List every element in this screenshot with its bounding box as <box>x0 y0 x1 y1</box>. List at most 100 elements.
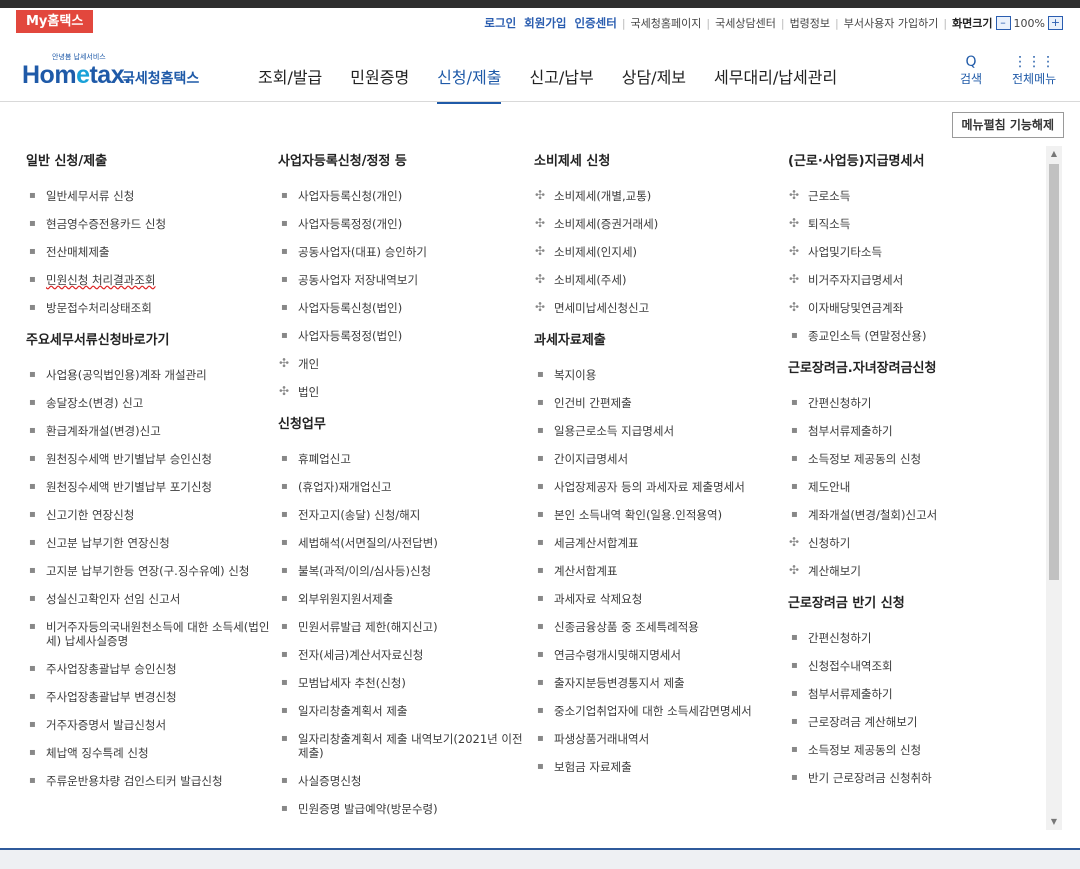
menu-link[interactable]: ▪ 비거주자등의국내원천소득에 대한 소득세(법인세) 납세사실증명 <box>26 620 276 648</box>
menu-link[interactable]: ▪ 체납액 징수특례 신청 <box>26 746 276 760</box>
menu-link[interactable]: ✣ 비거주자지급명세서 <box>788 272 1038 287</box>
dept-user-signup-link[interactable]: 부서사용자 가입하기 <box>844 15 939 31</box>
menu-link[interactable]: ▪ 주사업장총괄납부 승인신청 <box>26 662 276 676</box>
menu-link[interactable]: ▪ 보험금 자료제출 <box>534 760 784 774</box>
menu-link[interactable]: ▪ 민원서류발급 제한(해지신고) <box>278 620 528 634</box>
menu-scrollbar[interactable]: ▲ ▼ <box>1046 146 1062 830</box>
menu-link[interactable]: ▪ 출자지분등변경통지서 제출 <box>534 676 784 690</box>
nav-apply-submit[interactable]: 신청/제출 <box>437 64 502 104</box>
menu-link[interactable]: ✣ 이자배당및연금계좌 <box>788 300 1038 315</box>
menu-link[interactable]: ▪ 외부위원지원서제출 <box>278 592 528 606</box>
menu-link[interactable]: ✣ 퇴직소득 <box>788 216 1038 231</box>
menu-link[interactable]: ✣ 면세미납세신청신고 <box>534 300 784 315</box>
menu-link[interactable]: ▪ 현금영수증전용카드 신청 <box>26 217 276 231</box>
menu-link[interactable]: ▪ 첨부서류제출하기 <box>788 424 1038 438</box>
nav-report-pay[interactable]: 신고/납부 <box>529 64 593 104</box>
menu-link[interactable]: ▪ 사업자등록정정(개인) <box>278 217 528 231</box>
menu-link[interactable]: ▪ 세금계산서합계표 <box>534 536 784 550</box>
menu-link[interactable]: ▪ 민원증명 발급예약(방문수령) <box>278 802 528 816</box>
menu-link[interactable]: ▪ 종교인소득 (연말정산용) <box>788 329 1038 343</box>
menu-link[interactable]: ▪ 간이지급명세서 <box>534 452 784 466</box>
menu-link[interactable]: ▪ 환급계좌개설(변경)신고 <box>26 424 276 438</box>
menu-link[interactable]: ▪ 복지이용 <box>534 368 784 382</box>
cert-center-link[interactable]: 인증센터 <box>575 15 617 31</box>
menu-link[interactable]: ▪ 방문접수처리상태조회 <box>26 301 276 315</box>
menu-link[interactable]: ▪ 본인 소득내역 확인(일용.인적용역) <box>534 508 784 522</box>
menu-link[interactable]: ▪ 사업장제공자 등의 과세자료 제출명세서 <box>534 480 784 494</box>
menu-link[interactable]: ▪ 사업자등록정정(법인) <box>278 329 528 343</box>
all-menu-tool[interactable]: ⋮⋮⋮ 전체메뉴 <box>1012 54 1056 87</box>
menu-link[interactable]: ▪ 전산매체제출 <box>26 245 276 259</box>
menu-link[interactable]: ▪ 일자리창출계획서 제출 <box>278 704 528 718</box>
menu-link[interactable]: ▪ 공동사업자 저장내역보기 <box>278 273 528 287</box>
menu-link[interactable]: ▪ 계산서합계표 <box>534 564 784 578</box>
menu-link[interactable]: ▪ 소득정보 제공동의 신청 <box>788 452 1038 466</box>
scroll-down-arrow-icon[interactable]: ▼ <box>1046 814 1062 830</box>
nav-consult-report[interactable]: 상담/제보 <box>622 64 686 104</box>
menu-link[interactable]: ▪ 신청접수내역조회 <box>788 659 1038 673</box>
nav-civil-cert[interactable]: 민원증명 <box>350 64 409 104</box>
menu-link[interactable]: ✣ 소비제세(개별,교통) <box>534 188 784 203</box>
menu-link[interactable]: ▪ 신고분 납부기한 연장신청 <box>26 536 276 550</box>
law-info-link[interactable]: 법령정보 <box>790 15 830 31</box>
menu-link[interactable]: ▪ 전자(세금)계산서자료신청 <box>278 648 528 662</box>
menu-expand-off-button[interactable]: 메뉴펼침 기능해제 <box>951 112 1064 138</box>
menu-link[interactable]: ✣ 근로소득 <box>788 188 1038 203</box>
menu-link[interactable]: ✣ 신청하기 <box>788 535 1038 550</box>
menu-link[interactable]: ✣ 소비제세(주세) <box>534 272 784 287</box>
menu-link[interactable]: ▪ (휴업자)재개업신고 <box>278 480 528 494</box>
menu-link[interactable]: ▪ 성실신고확인자 선임 신고서 <box>26 592 276 606</box>
menu-link[interactable]: ▪ 휴폐업신고 <box>278 452 528 466</box>
nav-tax-agent[interactable]: 세무대리/납세관리 <box>714 64 837 104</box>
hometax-logo[interactable]: 안녕봄 납세서비스 Hometax. 국세청홈택스 <box>22 52 232 92</box>
menu-link[interactable]: ▪ 신고기한 연장신청 <box>26 508 276 522</box>
menu-link[interactable]: ▪ 일반세무서류 신청 <box>26 189 276 203</box>
menu-link[interactable]: ▪ 고지분 납부기한등 연장(구.징수유예) 신청 <box>26 564 276 578</box>
menu-link[interactable]: ▪ 신종금융상품 중 조세특례적용 <box>534 620 784 634</box>
menu-link[interactable]: ▪ 세법해석(서면질의/사전답변) <box>278 536 528 550</box>
menu-link[interactable]: ▪ 소득정보 제공동의 신청 <box>788 743 1038 757</box>
menu-link[interactable]: ▪ 사업자등록신청(개인) <box>278 189 528 203</box>
menu-link[interactable]: ▪ 중소기업취업자에 대한 소득세감면명세서 <box>534 704 784 718</box>
menu-link[interactable]: ✣ 계산해보기 <box>788 563 1038 578</box>
menu-link[interactable]: ▪ 주사업장총괄납부 변경신청 <box>26 690 276 704</box>
signup-link[interactable]: 회원가입 <box>524 15 566 31</box>
menu-link[interactable]: ▪ 원천징수세액 반기별납부 승인신청 <box>26 452 276 466</box>
menu-link[interactable]: ✣ 법인 <box>278 384 528 399</box>
menu-link[interactable]: ✣ 사업및기타소득 <box>788 244 1038 259</box>
menu-link[interactable]: ▪ 사실증명신청 <box>278 774 528 788</box>
my-hometax-button[interactable]: My홈택스 <box>16 10 94 33</box>
scroll-thumb[interactable] <box>1049 164 1059 580</box>
menu-link[interactable]: ▪ 첨부서류제출하기 <box>788 687 1038 701</box>
menu-link[interactable]: ▪ 사업자등록신청(법인) <box>278 301 528 315</box>
menu-link[interactable]: ✣ 개인 <box>278 356 528 371</box>
zoom-in-button[interactable]: + <box>1048 16 1063 30</box>
search-tool[interactable]: Q 검색 <box>960 54 982 87</box>
menu-link[interactable]: ▪ 전자고지(송달) 신청/해지 <box>278 508 528 522</box>
zoom-out-button[interactable]: – <box>995 16 1011 30</box>
nts-homepage-link[interactable]: 국세청홈페이지 <box>631 15 702 31</box>
menu-link[interactable]: ▪ 주류운반용차량 검인스티커 발급신청 <box>26 774 276 788</box>
menu-link[interactable]: ▪ 사업용(공익법인용)계좌 개설관리 <box>26 368 276 382</box>
login-link[interactable]: 로그인 <box>484 15 516 31</box>
menu-link[interactable]: ▪ 과세자료 삭제요청 <box>534 592 784 606</box>
menu-link[interactable]: ▪ 제도안내 <box>788 480 1038 494</box>
menu-link[interactable]: ▪ 반기 근로장려금 신청취하 <box>788 771 1038 785</box>
menu-link[interactable]: ▪ 계좌개설(변경/철회)신고서 <box>788 508 1038 522</box>
menu-link[interactable]: ▪ 송달장소(변경) 신고 <box>26 396 276 410</box>
menu-link[interactable]: ▪ 일용근로소득 지급명세서 <box>534 424 784 438</box>
menu-link[interactable]: ✣ 소비제세(증권거래세) <box>534 216 784 231</box>
menu-link[interactable]: ▪ 일자리창출계획서 제출 내역보기(2021년 이전 제출) <box>278 732 528 760</box>
menu-link[interactable]: ▪ 파생상품거래내역서 <box>534 732 784 746</box>
menu-link[interactable]: ✣ 소비제세(인지세) <box>534 244 784 259</box>
menu-link[interactable]: ▪ 거주자증명서 발급신청서 <box>26 718 276 732</box>
menu-link[interactable]: ▪ 간편신청하기 <box>788 396 1038 410</box>
menu-link[interactable]: ▪ 민원신청 처리결과조회 <box>26 273 276 287</box>
tax-consult-link[interactable]: 국세상담센터 <box>715 15 776 31</box>
menu-link[interactable]: ▪ 인건비 간편제출 <box>534 396 784 410</box>
menu-link[interactable]: ▪ 연금수령개시및해지명세서 <box>534 648 784 662</box>
menu-link[interactable]: ▪ 불복(과적/이의/심사등)신청 <box>278 564 528 578</box>
menu-link[interactable]: ▪ 모범납세자 추천(신청) <box>278 676 528 690</box>
menu-link[interactable]: ▪ 공동사업자(대표) 승인하기 <box>278 245 528 259</box>
menu-link[interactable]: ▪ 근로장려금 계산해보기 <box>788 715 1038 729</box>
